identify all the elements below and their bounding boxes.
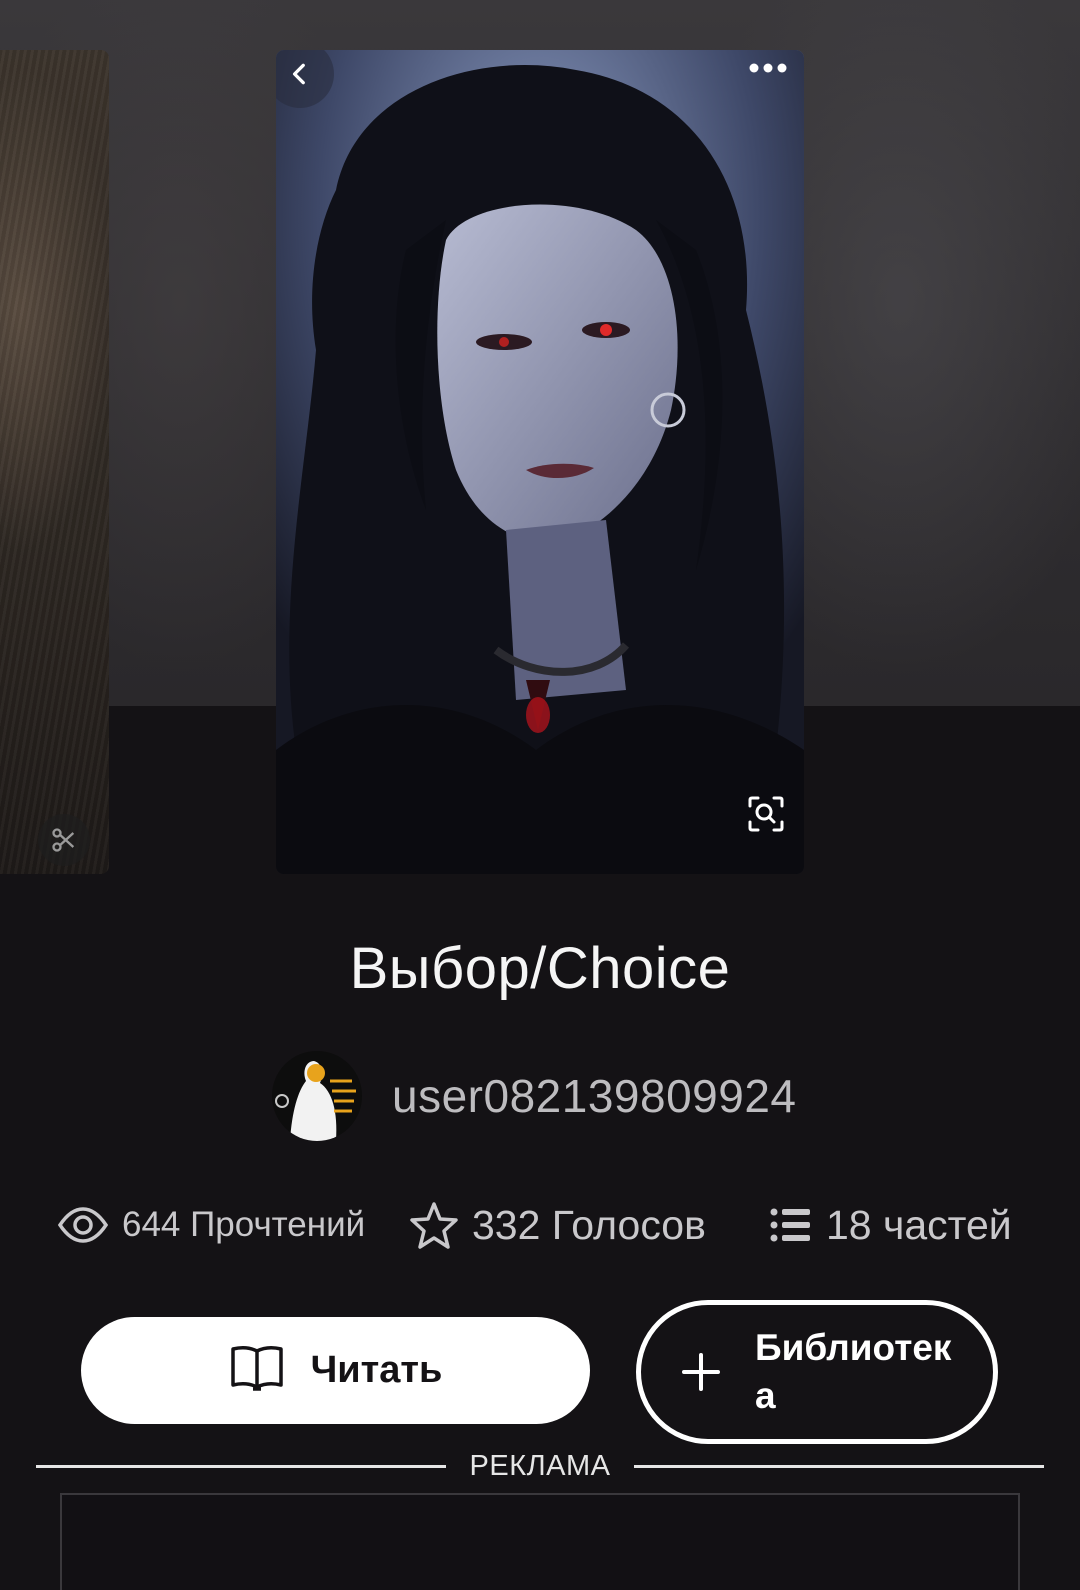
reads-stat: 644 Прочтений bbox=[58, 1190, 365, 1260]
plus-icon bbox=[681, 1352, 721, 1392]
parts-count: 18 частей bbox=[826, 1201, 1012, 1248]
add-to-library-button[interactable]: Библиотека bbox=[636, 1300, 998, 1444]
star-icon bbox=[410, 1201, 458, 1249]
ad-separator: РЕКЛАМА bbox=[36, 1448, 1045, 1484]
list-icon bbox=[770, 1207, 812, 1243]
parts-stat: 18 частей bbox=[770, 1190, 1012, 1260]
votes-stat: 332 Голосов bbox=[410, 1190, 706, 1260]
read-button[interactable]: Читать bbox=[81, 1317, 590, 1424]
story-title: Выбор/Choice bbox=[349, 936, 731, 1001]
library-button-label: Библиотека bbox=[755, 1327, 952, 1416]
read-button-label: Читать bbox=[310, 1349, 443, 1391]
reads-count: 644 Прочтений bbox=[122, 1205, 366, 1244]
author-row[interactable]: user082139809924 bbox=[272, 1050, 796, 1142]
story-details-screen: Выбор/Choice user082139809924 644 Прочте… bbox=[0, 0, 1080, 1590]
story-cover[interactable] bbox=[276, 50, 804, 874]
scissors-icon[interactable] bbox=[38, 814, 90, 866]
cover-illustration bbox=[276, 50, 804, 874]
ad-label: РЕКЛАМА bbox=[469, 1449, 611, 1482]
eye-icon bbox=[58, 1207, 108, 1243]
votes-count: 332 Голосов bbox=[472, 1201, 706, 1248]
ad-container[interactable] bbox=[60, 1493, 1020, 1590]
divider bbox=[634, 1464, 1045, 1468]
author-avatar[interactable] bbox=[272, 1051, 362, 1141]
previous-story-cover[interactable] bbox=[0, 50, 109, 874]
divider bbox=[36, 1464, 446, 1468]
more-dots-icon[interactable] bbox=[738, 50, 798, 86]
story-stats: 644 Прочтений 332 Голосов 18 частей bbox=[58, 1190, 1038, 1260]
open-book-icon bbox=[229, 1343, 285, 1398]
zoom-search-icon[interactable] bbox=[742, 790, 790, 838]
author-username[interactable]: user082139809924 bbox=[392, 1069, 796, 1123]
